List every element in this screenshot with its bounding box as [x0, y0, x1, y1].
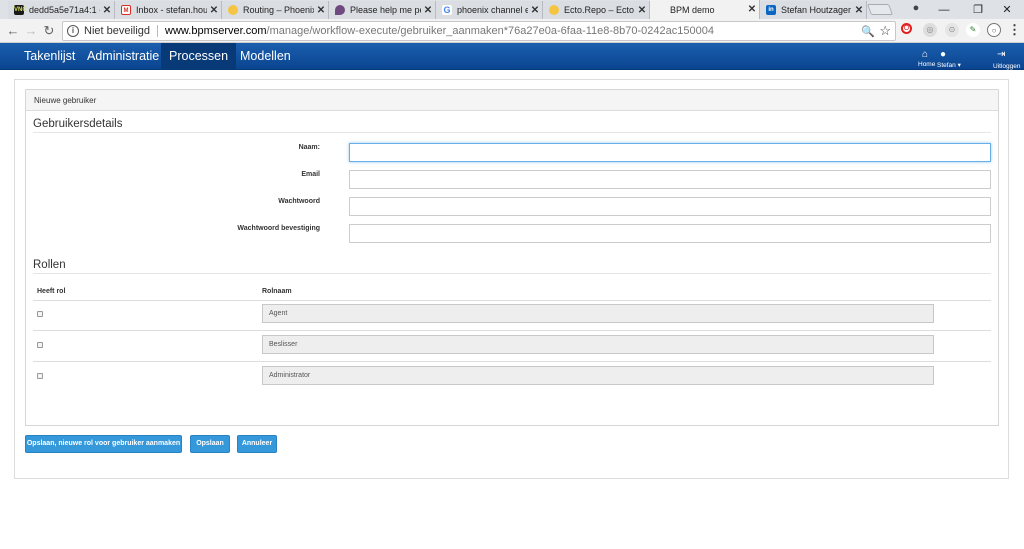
role-checkbox-beslisser[interactable] — [37, 342, 43, 348]
back-button[interactable]: ← — [4, 22, 22, 40]
roles-legend: Rollen — [33, 259, 991, 274]
extension-icon[interactable]: ✎ — [966, 23, 980, 37]
phoenix-docs-icon — [228, 5, 238, 15]
browser-tab-google[interactable]: G phoenix channel e ✕ — [436, 1, 543, 19]
cancel-button[interactable]: Annuleer — [237, 435, 277, 453]
role-checkbox-administrator[interactable] — [37, 373, 43, 379]
elixir-forum-icon — [335, 5, 345, 15]
email-input[interactable] — [349, 170, 991, 189]
close-tab-icon[interactable]: ✕ — [745, 4, 759, 15]
nav-administratie[interactable]: Administratie — [79, 43, 167, 70]
wachtwoord-bevestiging-label: Wachtwoord bevestiging — [237, 225, 320, 232]
browser-menu-icon[interactable]: ⋮ — [1008, 22, 1021, 38]
browser-tab-strip: VNC dedd5a5e71a4:1 - ✕ M Inbox - stefan.… — [0, 0, 1024, 19]
browser-tab-bpm-demo[interactable]: BPM demo ✕ — [650, 0, 760, 19]
linkedin-icon: in — [766, 5, 776, 15]
new-tab-button[interactable] — [866, 4, 894, 15]
home-link[interactable]: Home — [918, 61, 935, 68]
browser-tab-inbox[interactable]: M Inbox - stefan.hout ✕ — [115, 1, 222, 19]
nav-processen[interactable]: Processen — [161, 43, 237, 70]
security-label: Niet beveiligd — [84, 25, 151, 37]
naam-label: Naam: — [298, 144, 320, 151]
logout-link[interactable]: Uitloggen — [993, 63, 1020, 70]
user-icon[interactable]: ● — [940, 49, 946, 60]
home-icon[interactable]: ⌂ — [922, 49, 928, 60]
heeft-rol-header: Heeft rol — [37, 288, 66, 295]
browser-tab-vnc[interactable]: VNC dedd5a5e71a4:1 - ✕ — [8, 1, 115, 19]
close-tab-icon[interactable]: ✕ — [314, 5, 328, 16]
wachtwoord-label: Wachtwoord — [278, 198, 320, 205]
bookmark-star-icon[interactable]: ☆ — [879, 23, 891, 39]
close-tab-icon[interactable]: ✕ — [207, 5, 221, 16]
panel-heading: Nieuwe gebruiker — [26, 90, 998, 111]
opera-extension-icon[interactable]: O — [901, 23, 912, 34]
save-button[interactable]: Opslaan — [190, 435, 230, 453]
hexdocs-icon — [549, 5, 559, 15]
logout-icon[interactable]: ⇥ — [997, 49, 1005, 60]
close-tab-icon[interactable]: ✕ — [421, 5, 435, 16]
browser-tab-linkedin[interactable]: in Stefan Houtzager | ✕ — [760, 1, 867, 19]
close-tab-icon[interactable]: ✕ — [635, 5, 649, 16]
info-icon[interactable]: i — [67, 25, 79, 37]
wachtwoord-input[interactable] — [349, 197, 991, 216]
role-name-beslisser: Beslisser — [262, 335, 934, 354]
url-host: www.bpmserver.com — [165, 25, 267, 37]
browser-tab-routing[interactable]: Routing – Phoenix ✕ — [222, 1, 329, 19]
close-window-button[interactable]: ✕ — [990, 0, 1024, 19]
user-menu[interactable]: Stefan ▾ — [937, 61, 961, 69]
nav-modellen[interactable]: Modellen — [232, 43, 299, 70]
email-label: Email — [301, 171, 320, 178]
close-tab-icon[interactable]: ✕ — [100, 5, 114, 16]
browser-toolbar: ← → ↻ i Niet beveiligd www.bpmserver.com… — [0, 19, 1024, 43]
naam-input[interactable] — [349, 143, 991, 162]
close-tab-icon[interactable]: ✕ — [528, 5, 542, 16]
google-icon: G — [442, 5, 452, 15]
profile-icon[interactable]: ● — [909, 2, 923, 16]
browser-tab-forum[interactable]: Please help me pe ✕ — [329, 1, 436, 19]
close-tab-icon[interactable]: ✕ — [852, 5, 866, 16]
user-details-legend: Gebruikersdetails — [33, 118, 991, 133]
role-checkbox-agent[interactable] — [37, 311, 43, 317]
role-name-agent: Agent — [262, 304, 934, 323]
wachtwoord-bevestiging-input[interactable] — [349, 224, 991, 243]
browser-tab-ecto[interactable]: Ecto.Repo – Ecto v ✕ — [543, 1, 650, 19]
forward-button[interactable]: → — [22, 22, 40, 40]
save-new-role-button[interactable]: Opslaan, nieuwe rol voor gebruiker aanma… — [25, 435, 182, 453]
search-icon[interactable]: 🔍 — [861, 25, 875, 38]
url-path: /manage/workflow-execute/gebruiker_aanma… — [266, 25, 714, 37]
extension-icon[interactable]: ○ — [987, 23, 1001, 37]
gmail-icon: M — [121, 5, 131, 15]
extension-icon[interactable]: ⊙ — [945, 23, 959, 37]
address-bar[interactable]: i Niet beveiligd www.bpmserver.com/manag… — [62, 21, 896, 41]
nav-takenlijst[interactable]: Takenlijst — [16, 43, 83, 70]
extension-icon[interactable]: ◎ — [923, 23, 937, 37]
app-navbar: Takenlijst Administratie Processen Model… — [0, 43, 1024, 70]
vnc-icon: VNC — [14, 5, 27, 15]
reload-button[interactable]: ↻ — [40, 22, 58, 40]
rolnaam-header: Rolnaam — [262, 288, 292, 295]
role-name-administrator: Administrator — [262, 366, 934, 385]
minimize-button[interactable]: — — [927, 0, 961, 19]
